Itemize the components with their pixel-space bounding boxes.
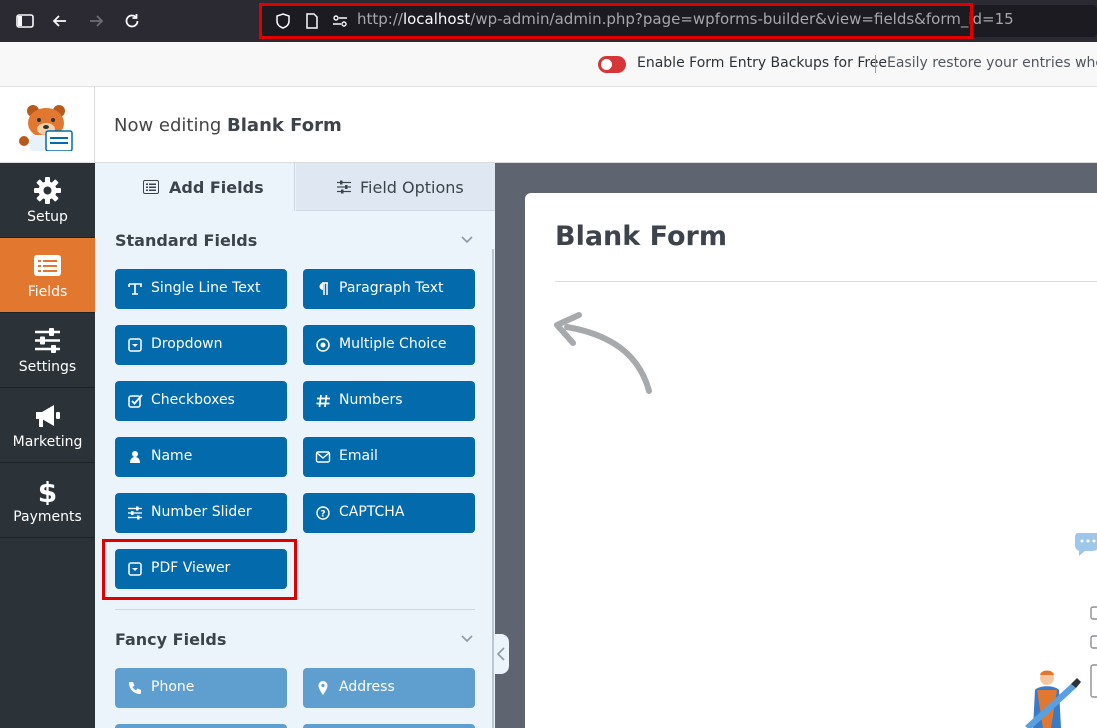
field-button-name[interactable]: Name — [115, 437, 287, 477]
standard-fields-heading[interactable]: Standard Fields — [115, 231, 257, 250]
form-preview-area: Blank Form — [495, 163, 1097, 728]
field-button-phone[interactable]: Phone — [115, 668, 287, 708]
form-preview-card: Blank Form — [525, 193, 1097, 728]
field-button-label: Dropdown — [151, 336, 223, 352]
sidebar-item-marketing[interactable]: Marketing — [0, 388, 95, 463]
notice-divider — [875, 55, 876, 73]
phone-icon — [129, 682, 141, 694]
field-button-label: Multiple Choice — [339, 336, 447, 352]
browser-toolbar: http://localhost/wp-admin/admin.php?page… — [0, 0, 1097, 42]
back-icon[interactable] — [50, 11, 70, 31]
radio-icon — [316, 338, 330, 352]
map-pin-icon — [318, 681, 328, 695]
tab-field-options[interactable]: Field Options — [296, 163, 495, 211]
sidebar-item-fields[interactable]: Fields — [0, 238, 95, 313]
field-button-label: Name — [151, 448, 193, 464]
field-button-label: Single Line Text — [151, 280, 261, 296]
sidebar-item-setup[interactable]: Setup — [0, 163, 95, 238]
sidebar-item-label: Fields — [27, 284, 68, 300]
entry-backups-toggle[interactable] — [598, 56, 626, 73]
field-button-checkboxes[interactable]: Checkboxes — [115, 381, 287, 421]
list-icon — [143, 180, 159, 194]
sidebar-item-label: Marketing — [12, 434, 83, 450]
field-button-label: Number Slider — [151, 504, 252, 520]
form-title-divider — [555, 281, 1097, 282]
field-button-number-slider[interactable]: Number Slider — [115, 493, 287, 533]
field-button-label: CAPTCHA — [339, 504, 405, 520]
field-button-email[interactable]: Email — [303, 437, 475, 477]
notice-sub-text: Easily restore your entries when yo — [887, 55, 1097, 71]
field-button-captcha[interactable]: ? CAPTCHA — [303, 493, 475, 533]
field-button-label: Paragraph Text — [339, 280, 444, 296]
section-divider — [115, 609, 475, 610]
checkbox-icon — [128, 394, 143, 408]
user-icon — [130, 451, 140, 463]
page-title: Now editing Blank Form — [114, 115, 342, 136]
url-highlight-box — [259, 3, 973, 39]
builder-header: Now editing Blank Form — [0, 87, 1097, 163]
sliders-icon — [35, 328, 60, 353]
svg-text:$: $ — [38, 476, 57, 505]
list-icon — [34, 255, 61, 276]
builder-character-illustration — [1025, 670, 1081, 728]
field-button-label: Phone — [151, 679, 195, 695]
envelope-icon — [315, 451, 331, 463]
sidebar-item-settings[interactable]: Settings — [0, 313, 95, 388]
sliders-icon — [337, 180, 351, 194]
pdf-viewer-highlight-box — [102, 539, 297, 600]
field-button-label: Numbers — [339, 392, 403, 408]
form-name: Blank Form — [227, 115, 342, 136]
sidebar-toggle-icon[interactable] — [15, 11, 35, 31]
sidebar-item-label: Setup — [27, 209, 68, 225]
megaphone-icon — [36, 405, 60, 427]
panel-scrollbar[interactable] — [492, 249, 494, 728]
question-icon: ? — [316, 506, 330, 520]
wpforms-bear-logo-icon[interactable] — [16, 101, 78, 151]
sidebar-item-label: Payments — [13, 509, 82, 525]
dropdown-icon — [128, 338, 142, 352]
fields-panel: Add Fields Field Options Standard Fields… — [95, 163, 495, 728]
fancy-fields-heading[interactable]: Fancy Fields — [115, 630, 226, 649]
field-button-multiple-choice[interactable]: Multiple Choice — [303, 325, 475, 365]
panel-collapse-handle[interactable] — [495, 634, 509, 674]
chevron-left-icon — [497, 647, 505, 661]
tab-label: Add Fields — [169, 178, 264, 197]
chevron-down-icon[interactable] — [461, 236, 473, 244]
tab-add-fields[interactable]: Add Fields — [95, 163, 295, 211]
field-button-numbers[interactable]: Numbers — [303, 381, 475, 421]
field-button-partial[interactable] — [115, 724, 287, 728]
builder-sidebar: Setup Fields Settings Marketing $ Paymen… — [0, 163, 95, 728]
sidebar-item-label: Settings — [18, 359, 77, 375]
hash-icon — [316, 394, 330, 408]
field-button-label: Email — [339, 448, 378, 464]
field-button-partial[interactable] — [303, 724, 475, 728]
field-button-label: Address — [339, 679, 395, 695]
field-button-label: Checkboxes — [151, 392, 235, 408]
dollar-icon: $ — [38, 476, 57, 505]
notice-main-text[interactable]: Enable Form Entry Backups for Free — [637, 55, 887, 71]
field-button-address[interactable]: Address — [303, 668, 475, 708]
forward-icon[interactable] — [86, 11, 106, 31]
field-button-paragraph-text[interactable]: Paragraph Text — [303, 269, 475, 309]
sliders-icon — [128, 506, 142, 520]
gear-icon — [34, 177, 61, 204]
sidebar-item-payments[interactable]: $ Payments — [0, 463, 95, 538]
text-icon — [128, 283, 142, 295]
field-button-dropdown[interactable]: Dropdown — [115, 325, 287, 365]
tab-label: Field Options — [360, 178, 464, 197]
curved-arrow-icon — [554, 312, 652, 394]
logo-area[interactable] — [0, 87, 95, 163]
form-preview-title[interactable]: Blank Form — [555, 221, 727, 252]
chevron-down-icon[interactable] — [461, 635, 473, 643]
notice-bar: Enable Form Entry Backups for Free Easil… — [0, 42, 1097, 87]
reload-icon[interactable] — [122, 11, 142, 31]
field-button-single-line-text[interactable]: Single Line Text — [115, 269, 287, 309]
paragraph-icon — [319, 282, 328, 295]
svg-text:?: ? — [320, 510, 325, 520]
title-prefix: Now editing — [114, 115, 228, 136]
